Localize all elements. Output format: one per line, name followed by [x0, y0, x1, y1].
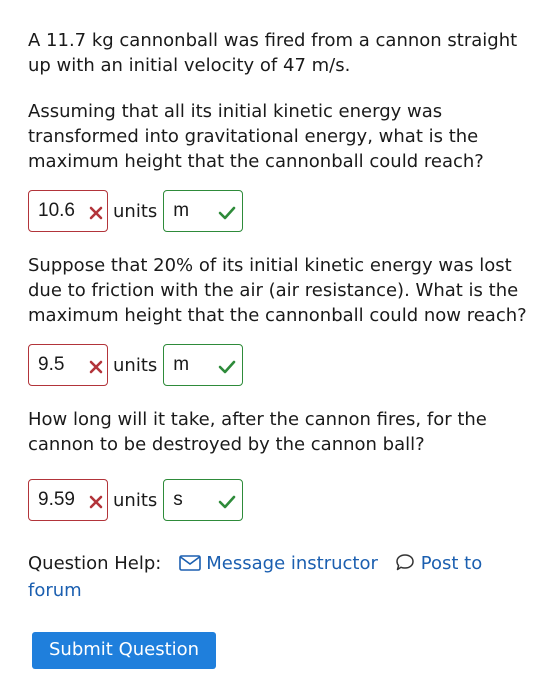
answer-2-unit-input[interactable]: m	[163, 344, 244, 386]
answer-row-2: 9.5 units m	[28, 344, 533, 386]
answer-1-unit: m	[173, 200, 190, 221]
incorrect-x-icon	[89, 204, 103, 220]
question-help: Question Help: Message instructor Post t…	[28, 551, 533, 603]
submit-question-button[interactable]: Submit Question	[32, 632, 217, 669]
answer-3-value: 9.59	[38, 489, 75, 510]
units-label: units	[113, 489, 158, 511]
answer-1-value: 10.6	[38, 200, 75, 221]
answer-2-unit: m	[173, 354, 190, 375]
correct-checkmark-icon	[218, 493, 236, 509]
correct-checkmark-icon	[218, 358, 236, 374]
question-container: A 11.7 kg cannonball was fired from a ca…	[28, 28, 533, 669]
answer-row-3: 9.59 units s	[28, 479, 533, 521]
answer-3-unit: s	[173, 489, 183, 510]
answer-2-value: 9.5	[38, 354, 65, 375]
answer-3-unit-input[interactable]: s	[163, 479, 244, 521]
units-label: units	[113, 354, 158, 376]
answer-1-unit-input[interactable]: m	[163, 190, 244, 232]
correct-checkmark-icon	[218, 204, 236, 220]
units-label: units	[113, 200, 158, 222]
answer-2-value-input[interactable]: 9.5	[28, 344, 108, 386]
answer-1-value-input[interactable]: 10.6	[28, 190, 108, 232]
problem-intro: A 11.7 kg cannonball was fired from a ca…	[28, 30, 518, 76]
question-2-text: Suppose that 20% of its initial kinetic …	[28, 255, 527, 326]
speech-bubble-icon[interactable]	[395, 553, 415, 578]
message-instructor-link[interactable]: Message instructor	[206, 553, 378, 574]
question-3-text: How long will it take, after the cannon …	[28, 409, 487, 455]
envelope-icon[interactable]	[178, 553, 201, 578]
incorrect-x-icon	[89, 493, 103, 509]
question-help-label: Question Help:	[28, 553, 162, 574]
question-1-text: Assuming that all its initial kinetic en…	[28, 101, 484, 172]
incorrect-x-icon	[89, 358, 103, 374]
answer-3-value-input[interactable]: 9.59	[28, 479, 108, 521]
answer-row-1: 10.6 units m	[28, 190, 533, 232]
